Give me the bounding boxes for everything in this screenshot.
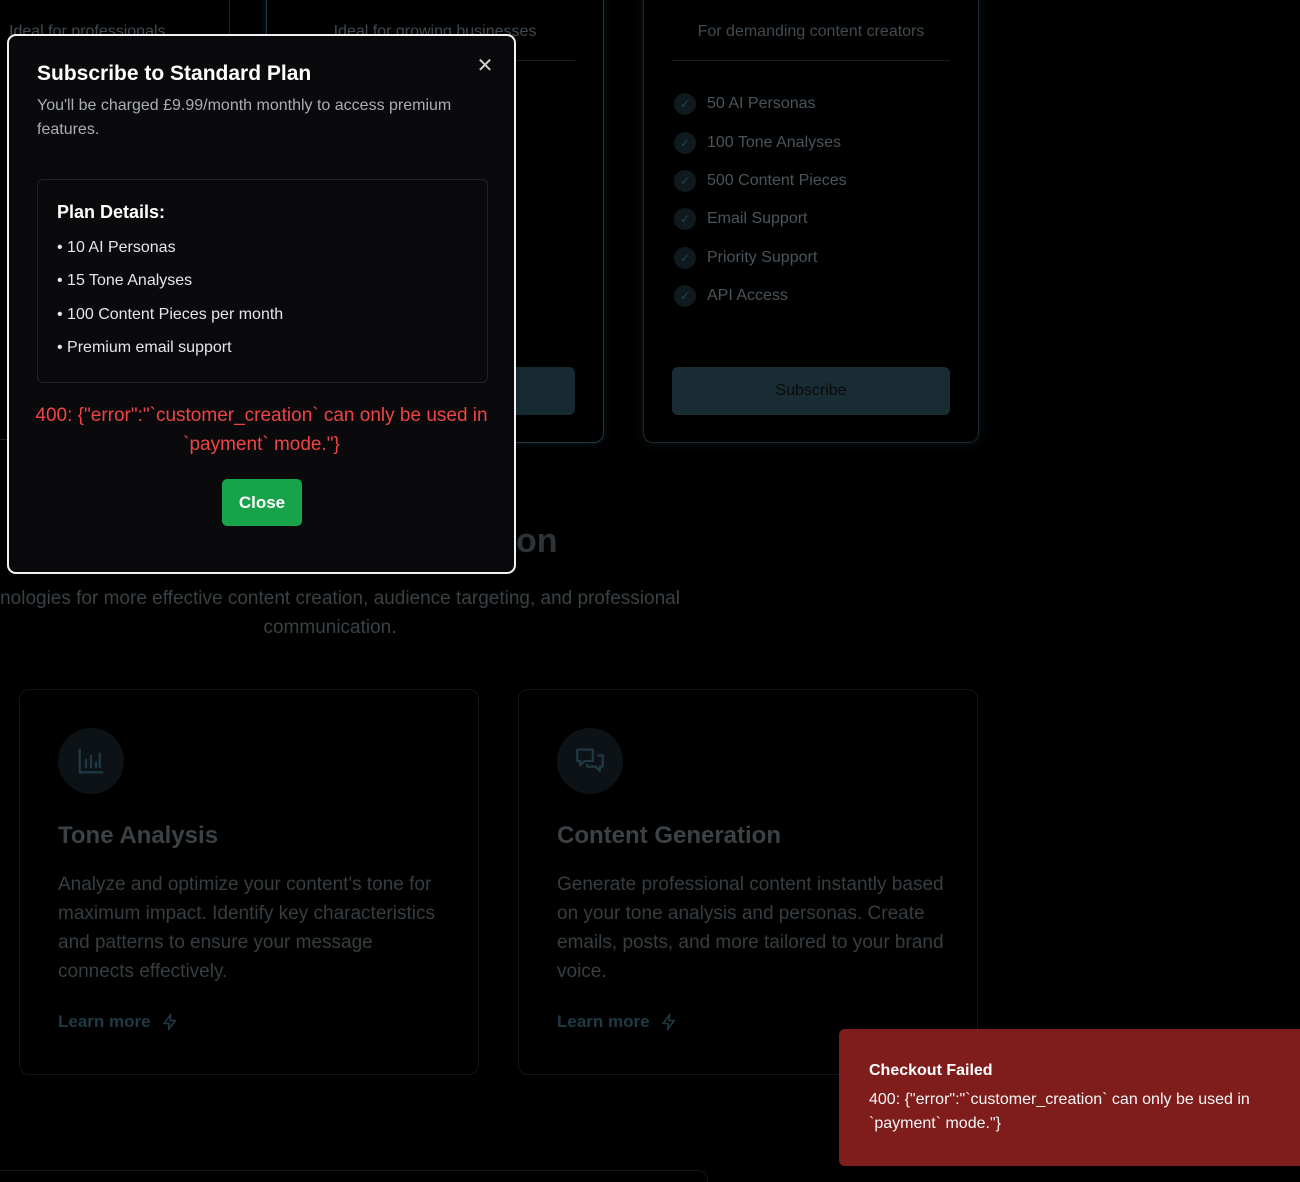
plan-feature: ✓ Priority Support [674, 239, 847, 277]
check-icon: ✓ [674, 93, 696, 116]
modal-description: You'll be charged £9.99/month monthly to… [37, 97, 452, 138]
plan-card-premium: For demanding content creators ✓ 50 AI Pe… [643, 0, 979, 443]
lightning-icon [162, 1013, 176, 1031]
section-description: chnologies for more effective content cr… [0, 588, 680, 638]
plan-feature-list: ✓ 50 AI Personas ✓ 100 Tone Analyses ✓ 500 … [674, 85, 847, 315]
close-icon[interactable]: ✕ [474, 54, 496, 76]
subscribe-modal: ✕ Subscribe to Standard Plan You'll be c… [7, 34, 516, 574]
plan-feature: ✓ 500 Content Pieces [674, 162, 847, 200]
toast-message: 400: {"error":"`customer_creation` can o… [869, 1091, 1250, 1132]
toast-title: Checkout Failed [869, 1062, 993, 1079]
plan-details-box: Plan Details: 10 AI Personas 15 Tone Ana… [37, 179, 488, 383]
feature-description: Generate professional content instantly … [557, 874, 944, 982]
feature-card-tone-analysis: Tone Analysis Analyze and optimize your … [19, 689, 479, 1075]
footer-card-edge [0, 1170, 708, 1182]
check-icon: ✓ [674, 246, 696, 269]
error-toast[interactable]: Checkout Failed 400: {"error":"`customer… [839, 1029, 1300, 1166]
lightning-icon [661, 1013, 675, 1031]
plan-feature: ✓ Email Support [674, 200, 847, 238]
plan-divider [672, 60, 950, 61]
plan-details-title: Plan Details: [57, 202, 166, 222]
plan-detail-item: 10 AI Personas [57, 231, 468, 264]
plan-detail-item: 15 Tone Analyses [57, 264, 468, 297]
feature-title: Content Generation [557, 822, 782, 849]
plan-detail-item: 100 Content Pieces per month [57, 298, 468, 331]
plan-detail-item: Premium email support [57, 331, 468, 364]
feature-title: Tone Analysis [58, 822, 219, 849]
check-icon: ✓ [674, 169, 696, 192]
feature-description: Analyze and optimize your content's tone… [58, 874, 435, 982]
plan-details-list: 10 AI Personas 15 Tone Analyses 100 Cont… [57, 231, 468, 365]
error-message: 400: {"error":"`customer_creation` can o… [35, 405, 488, 455]
bar-chart-icon [58, 728, 124, 794]
plan-feature: ✓ API Access [674, 277, 847, 315]
plan-feature: ✓ 50 AI Personas [674, 85, 847, 123]
check-icon: ✓ [674, 208, 696, 231]
plan-subtitle: For demanding content creators [697, 23, 925, 40]
learn-more-link[interactable]: Learn more [557, 1012, 678, 1032]
subscribe-button-premium[interactable]: Subscribe [672, 367, 950, 415]
modal-title: Subscribe to Standard Plan [37, 62, 312, 85]
check-icon: ✓ [674, 131, 696, 154]
close-button[interactable]: Close [222, 479, 302, 526]
chat-bubbles-icon [557, 728, 623, 794]
feature-card-content-generation: Content Generation Generate professional… [518, 689, 978, 1075]
learn-more-link[interactable]: Learn more [58, 1012, 179, 1032]
check-icon: ✓ [674, 285, 696, 308]
plan-feature: ✓ 100 Tone Analyses [674, 123, 847, 161]
